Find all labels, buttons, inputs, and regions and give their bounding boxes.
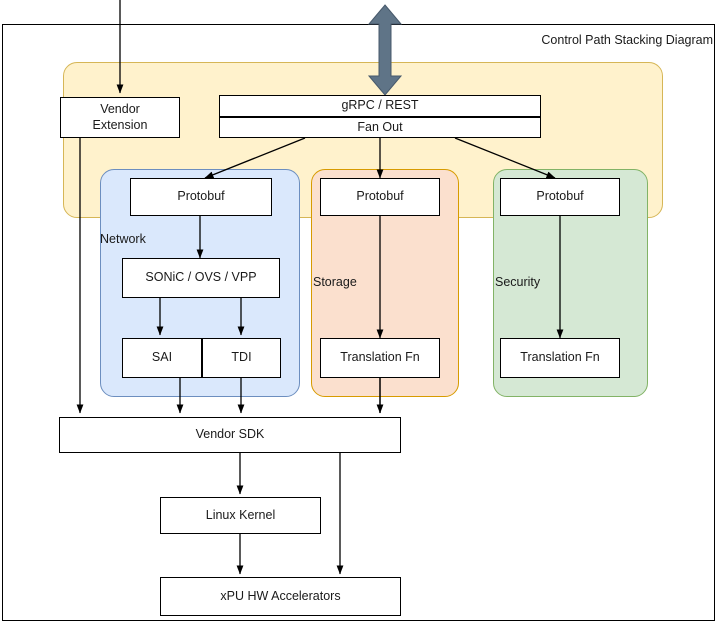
diagram-canvas: Control Path Stacking Diagram Network St… (0, 0, 721, 628)
node-sai[interactable]: SAI (122, 338, 202, 378)
node-vendor-extension-line2: Extension (92, 117, 148, 132)
node-storage-protobuf[interactable]: Protobuf (320, 178, 440, 216)
group-security-label: Security (495, 275, 541, 289)
node-linux-kernel[interactable]: Linux Kernel (160, 497, 321, 534)
group-network-label: Network (100, 232, 146, 246)
node-sonic-ovs-vpp[interactable]: SONiC / OVS / VPP (122, 258, 280, 298)
diagram-title: Control Path Stacking Diagram (541, 33, 713, 47)
node-grpc-rest[interactable]: gRPC / REST (219, 95, 541, 117)
node-security-translation-fn[interactable]: Translation Fn (500, 338, 620, 378)
node-vendor-sdk[interactable]: Vendor SDK (59, 417, 401, 453)
node-vendor-extension[interactable]: Vendor Extension (60, 97, 180, 138)
group-storage-label: Storage (313, 275, 357, 289)
bidirectional-arrow-icon (367, 4, 403, 96)
node-fan-out[interactable]: Fan Out (219, 117, 541, 138)
node-network-protobuf[interactable]: Protobuf (130, 178, 272, 216)
node-vendor-extension-line1: Vendor (100, 101, 140, 116)
node-security-protobuf[interactable]: Protobuf (500, 178, 620, 216)
node-tdi[interactable]: TDI (202, 338, 281, 378)
node-xpu-hw-accelerators[interactable]: xPU HW Accelerators (160, 577, 401, 616)
node-storage-translation-fn[interactable]: Translation Fn (320, 338, 440, 378)
